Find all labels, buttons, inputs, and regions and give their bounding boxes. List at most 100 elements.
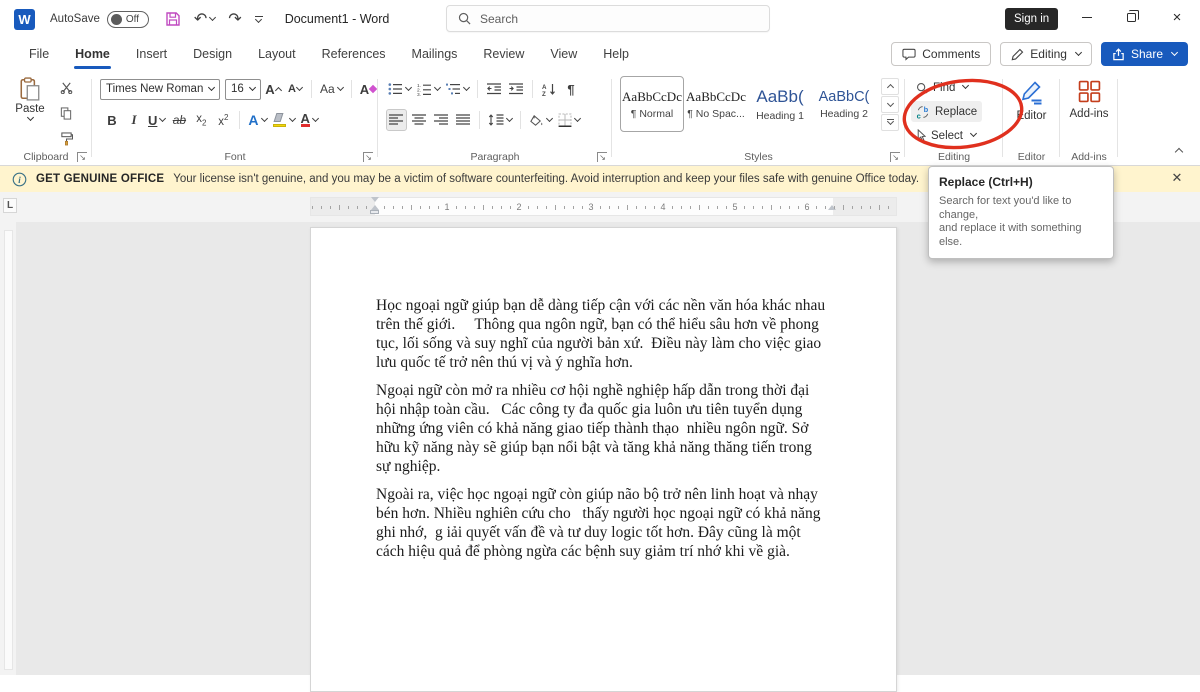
tab-review[interactable]: Review — [470, 38, 537, 70]
justify-button[interactable] — [453, 109, 473, 131]
tab-help[interactable]: Help — [590, 38, 642, 70]
font-dialog-launcher[interactable]: ↘ — [363, 152, 373, 162]
editor-button[interactable]: Editor — [1003, 80, 1060, 122]
borders-button[interactable] — [556, 109, 582, 131]
minimize-icon — [1082, 17, 1092, 18]
vertical-ruler[interactable] — [0, 222, 16, 675]
tab-home[interactable]: Home — [62, 38, 123, 70]
style-sample: AaBb( — [756, 87, 803, 107]
addins-button[interactable]: Add-ins — [1060, 80, 1118, 120]
info-icon: i — [12, 172, 27, 187]
tab-stop-selector[interactable]: L — [3, 198, 17, 213]
style-no-spacing[interactable]: AaBbCcDc ¶ No Spac... — [684, 76, 748, 132]
underline-button[interactable]: U — [146, 109, 167, 131]
text-effects-button[interactable]: A — [246, 109, 268, 131]
decrease-indent-button[interactable] — [484, 78, 504, 100]
tab-file[interactable]: File — [16, 38, 62, 70]
banner-close-icon[interactable]: ✕ — [1168, 170, 1186, 186]
restore-button[interactable] — [1114, 0, 1148, 34]
clipboard-dialog-launcher[interactable]: ↘ — [77, 152, 87, 162]
share-button[interactable]: Share — [1101, 42, 1188, 66]
style-sample: AaBbC( — [819, 89, 870, 105]
format-painter-button[interactable] — [56, 128, 76, 150]
text-line: Học ngoại ngữ giúp bạn dễ dàng tiếp cận … — [376, 296, 838, 315]
tab-mailings[interactable]: Mailings — [399, 38, 471, 70]
clear-formatting-button[interactable]: A — [358, 78, 378, 100]
addins-grid-icon — [1078, 80, 1101, 103]
undo-button[interactable]: ↶ — [194, 11, 215, 27]
font-name-select[interactable]: Times New Roman — [100, 79, 220, 100]
font-color-button[interactable]: A — [299, 109, 320, 131]
first-line-indent-marker[interactable] — [370, 197, 379, 214]
replace-button[interactable]: bc Replace — [911, 101, 982, 122]
shading-button[interactable] — [527, 109, 554, 131]
increase-indent-button[interactable] — [506, 78, 526, 100]
comments-button[interactable]: Comments — [891, 42, 991, 66]
highlight-color-button[interactable] — [271, 109, 297, 131]
styles-gallery-more[interactable] — [881, 114, 899, 131]
font-size-select[interactable]: 16 — [225, 79, 261, 100]
paste-button[interactable]: Paste — [8, 77, 52, 122]
line-spacing-button[interactable] — [486, 109, 514, 131]
sign-in-button[interactable]: Sign in — [1005, 8, 1058, 30]
bullets-button[interactable] — [386, 78, 413, 100]
styles-group-label: Styles — [612, 151, 905, 163]
text-line: hội nhập toàn cầu. Các công ty đa quốc g… — [376, 400, 838, 419]
search-input[interactable]: Search — [446, 5, 770, 32]
change-case-button[interactable]: Aa — [318, 78, 345, 100]
align-right-button[interactable] — [431, 109, 451, 131]
copy-button[interactable] — [56, 102, 76, 124]
autosave-control[interactable]: AutoSave Off — [50, 11, 149, 28]
text-line: tục, lối sống và suy nghĩ của người bản … — [376, 334, 838, 353]
styles-dialog-launcher[interactable]: ↘ — [890, 152, 900, 162]
banner-title: GET GENUINE OFFICE — [36, 173, 164, 185]
ruler-inch-number: 4 — [660, 202, 665, 212]
autosave-toggle[interactable]: Off — [107, 11, 149, 28]
tab-design[interactable]: Design — [180, 38, 245, 70]
tab-view[interactable]: View — [537, 38, 590, 70]
select-button[interactable]: Select — [911, 125, 982, 146]
grow-font-button[interactable]: A — [263, 78, 283, 100]
close-icon: × — [1173, 9, 1182, 26]
close-button[interactable]: × — [1160, 0, 1194, 34]
ruler-inch-number: 2 — [516, 202, 521, 212]
paragraph-dialog-launcher[interactable]: ↘ — [597, 152, 607, 162]
style-name: ¶ No Spac... — [687, 108, 745, 120]
document-page[interactable]: Học ngoại ngữ giúp bạn dễ dàng tiếp cận … — [310, 227, 897, 692]
tab-references[interactable]: References — [309, 38, 399, 70]
style-normal[interactable]: AaBbCcDc ¶ Normal — [620, 76, 684, 132]
editing-mode-button[interactable]: Editing — [1000, 42, 1092, 66]
multilevel-list-button[interactable] — [444, 78, 471, 100]
minimize-button[interactable] — [1070, 0, 1104, 34]
customize-toolbar-icon[interactable] — [255, 16, 263, 23]
find-button[interactable]: Find — [911, 77, 982, 98]
sort-button[interactable]: AZ — [539, 78, 559, 100]
document-area: Học ngoại ngữ giúp bạn dễ dàng tiếp cận … — [16, 222, 1200, 675]
superscript-button[interactable]: x2 — [213, 109, 233, 131]
align-center-button[interactable] — [409, 109, 429, 131]
cut-button[interactable] — [56, 76, 76, 98]
redo-button[interactable]: ↷ — [228, 11, 241, 27]
styles-scroll-down[interactable] — [881, 96, 899, 113]
shrink-font-button[interactable]: A — [285, 78, 305, 100]
document-text[interactable]: Học ngoại ngữ giúp bạn dễ dàng tiếp cận … — [376, 296, 838, 570]
horizontal-ruler[interactable]: 123456 — [310, 197, 897, 216]
align-left-button[interactable] — [386, 109, 407, 131]
tab-insert[interactable]: Insert — [123, 38, 180, 70]
style-name: Heading 2 — [820, 108, 868, 120]
styles-scroll-up[interactable] — [881, 78, 899, 95]
show-formatting-button[interactable]: ¶ — [561, 78, 581, 100]
comment-icon — [902, 48, 916, 61]
strikethrough-button[interactable]: ab — [169, 109, 189, 131]
style-heading-2[interactable]: AaBbC( Heading 2 — [812, 76, 876, 132]
style-heading-1[interactable]: AaBb( Heading 1 — [748, 76, 812, 132]
group-styles: AaBbCcDc ¶ Normal AaBbCcDc ¶ No Spac... … — [612, 70, 905, 166]
collapse-ribbon-button[interactable] — [1173, 143, 1182, 157]
italic-button[interactable]: I — [124, 109, 144, 131]
bold-button[interactable]: B — [102, 109, 122, 131]
subscript-button[interactable]: x2 — [191, 109, 211, 131]
search-placeholder: Search — [480, 12, 518, 26]
save-icon[interactable] — [165, 11, 181, 27]
numbering-button[interactable]: 1.2.3. — [415, 78, 442, 100]
tab-layout[interactable]: Layout — [245, 38, 309, 70]
